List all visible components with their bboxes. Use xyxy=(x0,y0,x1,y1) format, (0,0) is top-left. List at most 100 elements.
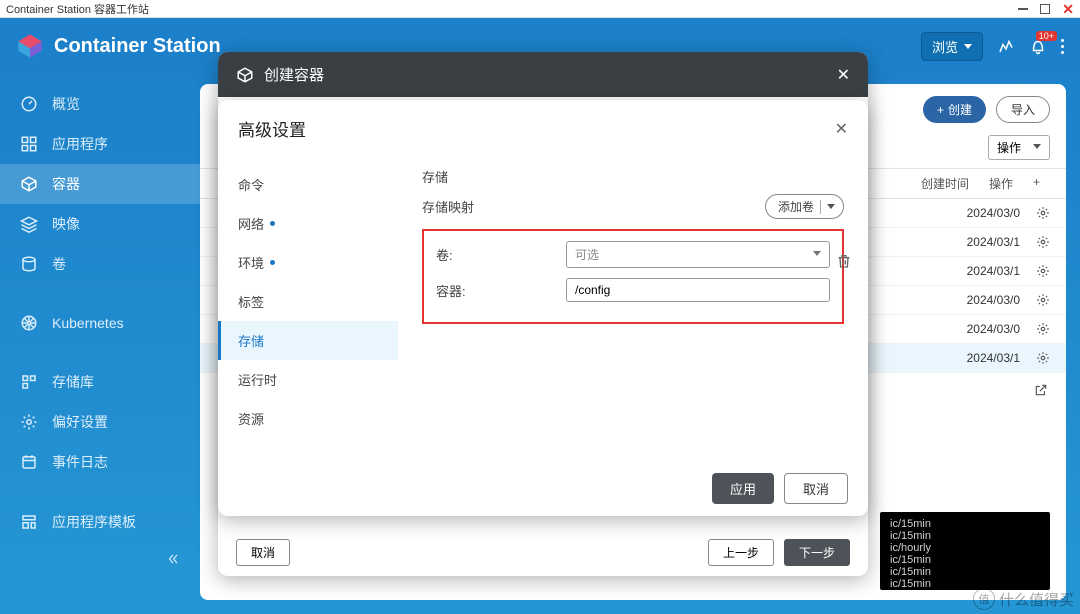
gear-icon xyxy=(20,413,38,431)
modified-dot-icon xyxy=(270,260,275,265)
add-volume-label: 添加卷 xyxy=(778,198,814,215)
sidebar-label: 事件日志 xyxy=(52,452,108,472)
tab-label: 资源 xyxy=(238,409,264,428)
watermark-text: 什么值得买 xyxy=(999,589,1074,610)
volume-placeholder: 可选 xyxy=(575,248,599,262)
mapping-heading: 存储映射 xyxy=(422,197,765,216)
gear-icon[interactable] xyxy=(1036,235,1050,249)
modal-title: 创建容器 xyxy=(264,64,324,85)
advanced-settings-modal: 高级设置 ✕ 命令 网络 环境 标签 存储 运行时 资源 存储 存储映射 添加卷 xyxy=(218,100,868,516)
modified-dot-icon xyxy=(270,221,275,226)
close-icon[interactable]: ✕ xyxy=(835,119,848,139)
sidebar-item-applications[interactable]: 应用程序 xyxy=(0,124,200,164)
date-cell: 2024/03/0 xyxy=(967,322,1036,336)
sidebar-label: 应用程序 xyxy=(52,134,108,154)
cube-icon xyxy=(20,175,38,193)
gear-icon[interactable] xyxy=(1036,293,1050,307)
date-cell: 2024/03/0 xyxy=(967,293,1036,307)
close-icon[interactable]: ✕ xyxy=(837,65,850,85)
browse-button[interactable]: 浏览 xyxy=(921,32,983,61)
sidebar-item-kubernetes[interactable]: Kubernetes xyxy=(0,304,200,342)
tab-network[interactable]: 网络 xyxy=(218,204,398,243)
ops-select[interactable]: 操作 xyxy=(988,135,1050,160)
tab-label: 网络 xyxy=(238,214,264,233)
sidebar-label: 概览 xyxy=(52,94,80,114)
modal-title: 高级设置 xyxy=(238,116,306,141)
gear-icon[interactable] xyxy=(1036,322,1050,336)
console-line: ic/15min xyxy=(890,566,1040,578)
tab-label: 环境 xyxy=(238,253,264,272)
console-line: ic/hourly xyxy=(890,542,1040,554)
console-line: ic/15min xyxy=(890,518,1040,530)
sidebar-item-overview[interactable]: 概览 xyxy=(0,84,200,124)
col-add[interactable]: + xyxy=(1023,175,1050,192)
chevron-down-icon xyxy=(964,44,972,49)
import-button[interactable]: 导入 xyxy=(996,96,1050,123)
template-icon xyxy=(20,513,38,531)
add-volume-button[interactable]: 添加卷 xyxy=(765,194,844,219)
tab-label: 存储 xyxy=(238,331,264,350)
col-created: 创建时间 xyxy=(911,175,979,192)
container-path-input[interactable] xyxy=(566,278,830,302)
sidebar-item-containers[interactable]: 容器 xyxy=(0,164,200,204)
ops-label: 操作 xyxy=(997,141,1021,155)
sidebar-label: 映像 xyxy=(52,214,80,234)
gear-icon[interactable] xyxy=(1036,264,1050,278)
sidebar-item-events[interactable]: 事件日志 xyxy=(0,442,200,482)
sidebar-item-volumes[interactable]: 卷 xyxy=(0,244,200,284)
import-label: 导入 xyxy=(1011,101,1035,118)
prev-button[interactable]: 上一步 xyxy=(708,539,774,566)
gear-icon[interactable] xyxy=(1036,206,1050,220)
external-link-icon[interactable] xyxy=(1034,383,1048,397)
more-menu-button[interactable] xyxy=(1061,39,1064,54)
gauge-icon xyxy=(20,95,38,113)
watermark-badge: 值 xyxy=(973,588,995,610)
tab-labels[interactable]: 标签 xyxy=(218,282,398,321)
sidebar-item-preferences[interactable]: 偏好设置 xyxy=(0,402,200,442)
cancel-button[interactable]: 取消 xyxy=(784,473,848,504)
tab-command[interactable]: 命令 xyxy=(218,165,398,204)
volume-select[interactable]: 可选 xyxy=(566,241,830,268)
activity-icon[interactable] xyxy=(997,37,1015,55)
sidebar-collapse-button[interactable] xyxy=(0,542,200,581)
col-ops: 操作 xyxy=(979,175,1023,192)
sidebar-label: 卷 xyxy=(52,254,66,274)
tab-label: 命令 xyxy=(238,175,264,194)
apply-button[interactable]: 应用 xyxy=(712,473,774,504)
sidebar-label: 容器 xyxy=(52,174,80,194)
plus-icon: + xyxy=(937,103,944,117)
next-button[interactable]: 下一步 xyxy=(784,539,850,566)
cube-icon xyxy=(236,66,254,84)
window-maximize-button[interactable] xyxy=(1040,4,1050,14)
tab-storage[interactable]: 存储 xyxy=(218,321,398,360)
trash-icon[interactable] xyxy=(836,253,852,269)
tab-environment[interactable]: 环境 xyxy=(218,243,398,282)
tab-label: 标签 xyxy=(238,292,264,311)
notifications-icon[interactable]: 10+ xyxy=(1029,37,1047,55)
console-line: ic/15min xyxy=(890,530,1040,542)
sidebar-item-repos[interactable]: 存储库 xyxy=(0,362,200,402)
window-minimize-button[interactable] xyxy=(1018,8,1028,10)
app-title: Container Station xyxy=(54,35,221,58)
sidebar-item-images[interactable]: 映像 xyxy=(0,204,200,244)
chevron-down-icon xyxy=(827,204,835,209)
date-cell: 2024/03/0 xyxy=(967,206,1036,220)
cancel-button[interactable]: 取消 xyxy=(236,539,290,566)
squares-icon xyxy=(20,373,38,391)
storage-panel: 存储 存储映射 添加卷 卷: 可选 xyxy=(398,157,868,461)
tab-runtime[interactable]: 运行时 xyxy=(218,360,398,399)
gear-icon[interactable] xyxy=(1036,351,1050,365)
container-path-label: 容器: xyxy=(436,281,566,300)
volume-label: 卷: xyxy=(436,245,566,264)
console-line: ic/15min xyxy=(890,554,1040,566)
create-label: 创建 xyxy=(948,101,972,118)
window-close-button[interactable]: ✕ xyxy=(1062,4,1074,14)
highlighted-region: 卷: 可选 容器: xyxy=(422,229,844,324)
create-button[interactable]: + 创建 xyxy=(923,96,986,123)
sidebar-item-templates[interactable]: 应用程序模板 xyxy=(0,502,200,542)
section-heading: 存储 xyxy=(422,167,844,186)
date-cell: 2024/03/1 xyxy=(967,235,1036,249)
calendar-icon xyxy=(20,453,38,471)
console-output: ic/15min ic/15min ic/hourly ic/15min ic/… xyxy=(880,512,1050,590)
tab-resources[interactable]: 资源 xyxy=(218,399,398,438)
